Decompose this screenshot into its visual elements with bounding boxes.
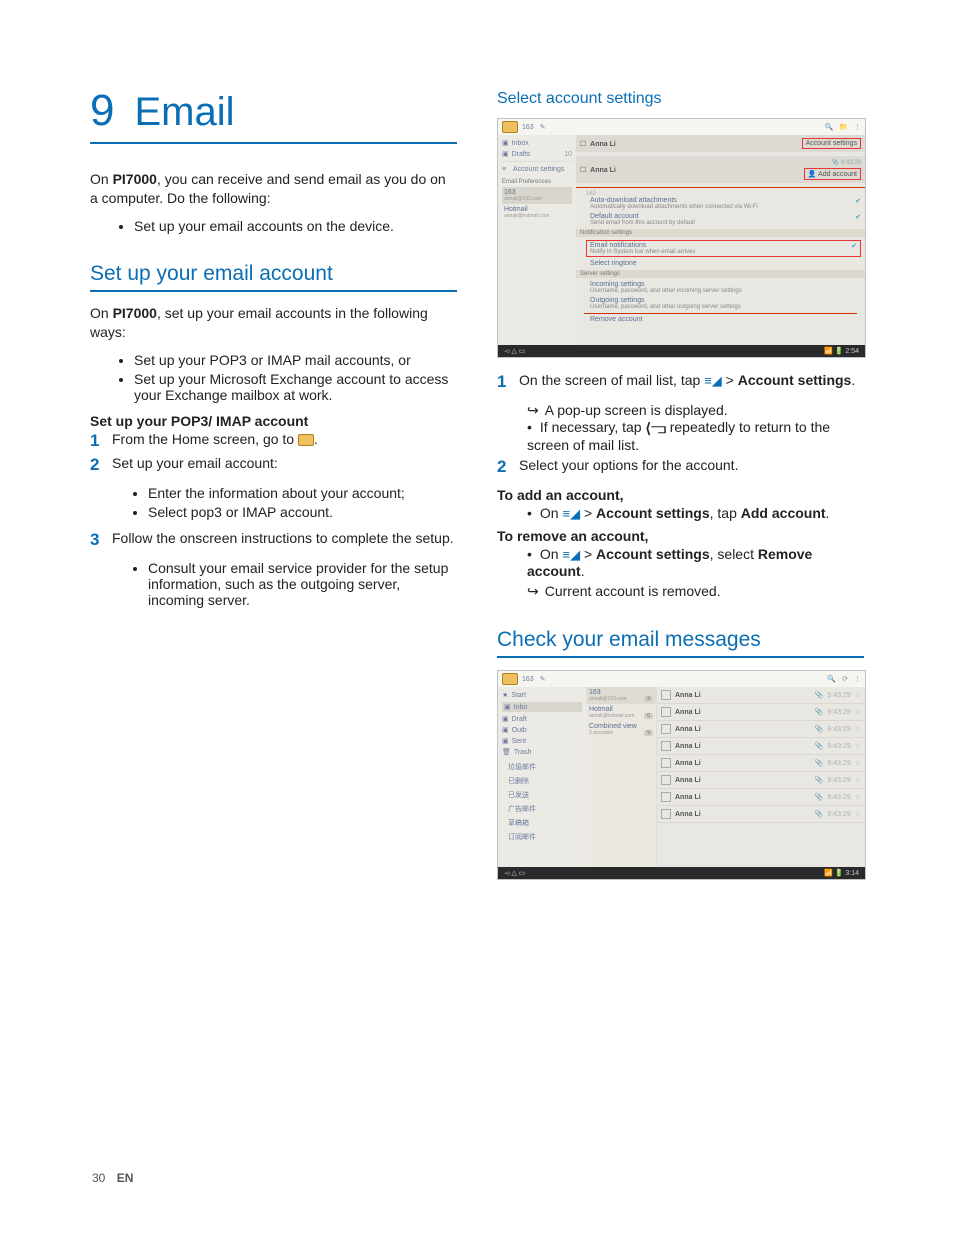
- account-settings-menu: Account settings: [802, 138, 861, 149]
- page-language: EN: [117, 1171, 134, 1185]
- setup-steps: 1From the Home screen, go to . 2Set up y…: [90, 431, 457, 475]
- options-menu-icon: ≡◢: [562, 547, 580, 563]
- chapter-number: 9: [90, 86, 114, 136]
- section-check-heading: Check your email messages: [497, 628, 864, 658]
- back-icon: ⟨⫎: [645, 420, 665, 437]
- page-number: 30: [92, 1171, 105, 1185]
- search-icon: 🔍: [825, 123, 834, 131]
- mail-app-icon: [298, 434, 314, 446]
- add-account-heading: To add an account,: [497, 487, 864, 503]
- setup-ways: Set up your POP3 or IMAP mail accounts, …: [90, 352, 457, 403]
- search-icon: 🔍: [827, 675, 836, 683]
- mail-app-icon: [502, 121, 518, 133]
- account-settings-screenshot: 163 ✎ 🔍📁⋮ ▣ Inbox ▣ Drafts10 ≡ Account s…: [497, 118, 866, 358]
- left-column: 9 Email On PI7000, you can receive and s…: [90, 86, 457, 894]
- intro-bullets: Set up your email accounts on the device…: [90, 218, 457, 234]
- remove-account-heading: To remove an account,: [497, 528, 864, 544]
- result-arrow: A pop-up screen is displayed.: [497, 402, 864, 419]
- select-steps: 1On the screen of mail list, tap ≡◢ > Ac…: [497, 372, 864, 392]
- right-column: Select account settings 163 ✎ 🔍📁⋮ ▣ Inbo…: [497, 86, 864, 894]
- menu-icon: ⋮: [854, 123, 861, 131]
- folder-icon: 📁: [839, 123, 848, 131]
- refresh-icon: ⟳: [842, 675, 848, 683]
- section-setup-heading: Set up your email account: [90, 262, 457, 292]
- setup-paragraph: On PI7000, set up your email accounts in…: [90, 304, 457, 342]
- intro-bullet: Set up your email accounts on the device…: [134, 218, 457, 234]
- inbox-list-screenshot: 163 ✎ 🔍⟳⋮ ★Start ▣Inbo ▣Draft ▣Outb ▣Sen…: [497, 670, 866, 880]
- intro-paragraph: On PI7000, you can receive and send emai…: [90, 170, 457, 208]
- result-arrow: Current account is removed.: [497, 583, 864, 600]
- add-account-button: 👤 Add account: [804, 168, 861, 180]
- pop3-subheading: Set up your POP3/ IMAP account: [90, 413, 457, 429]
- options-menu-icon: ≡◢: [704, 373, 722, 389]
- menu-icon: ⋮: [854, 675, 861, 683]
- page-footer: 30 EN: [92, 1171, 133, 1185]
- section-select-heading: Select account settings: [497, 90, 864, 108]
- chapter-title: Email: [134, 90, 234, 135]
- chapter-heading: 9 Email: [90, 86, 457, 144]
- options-menu-icon: ≡◢: [562, 506, 580, 522]
